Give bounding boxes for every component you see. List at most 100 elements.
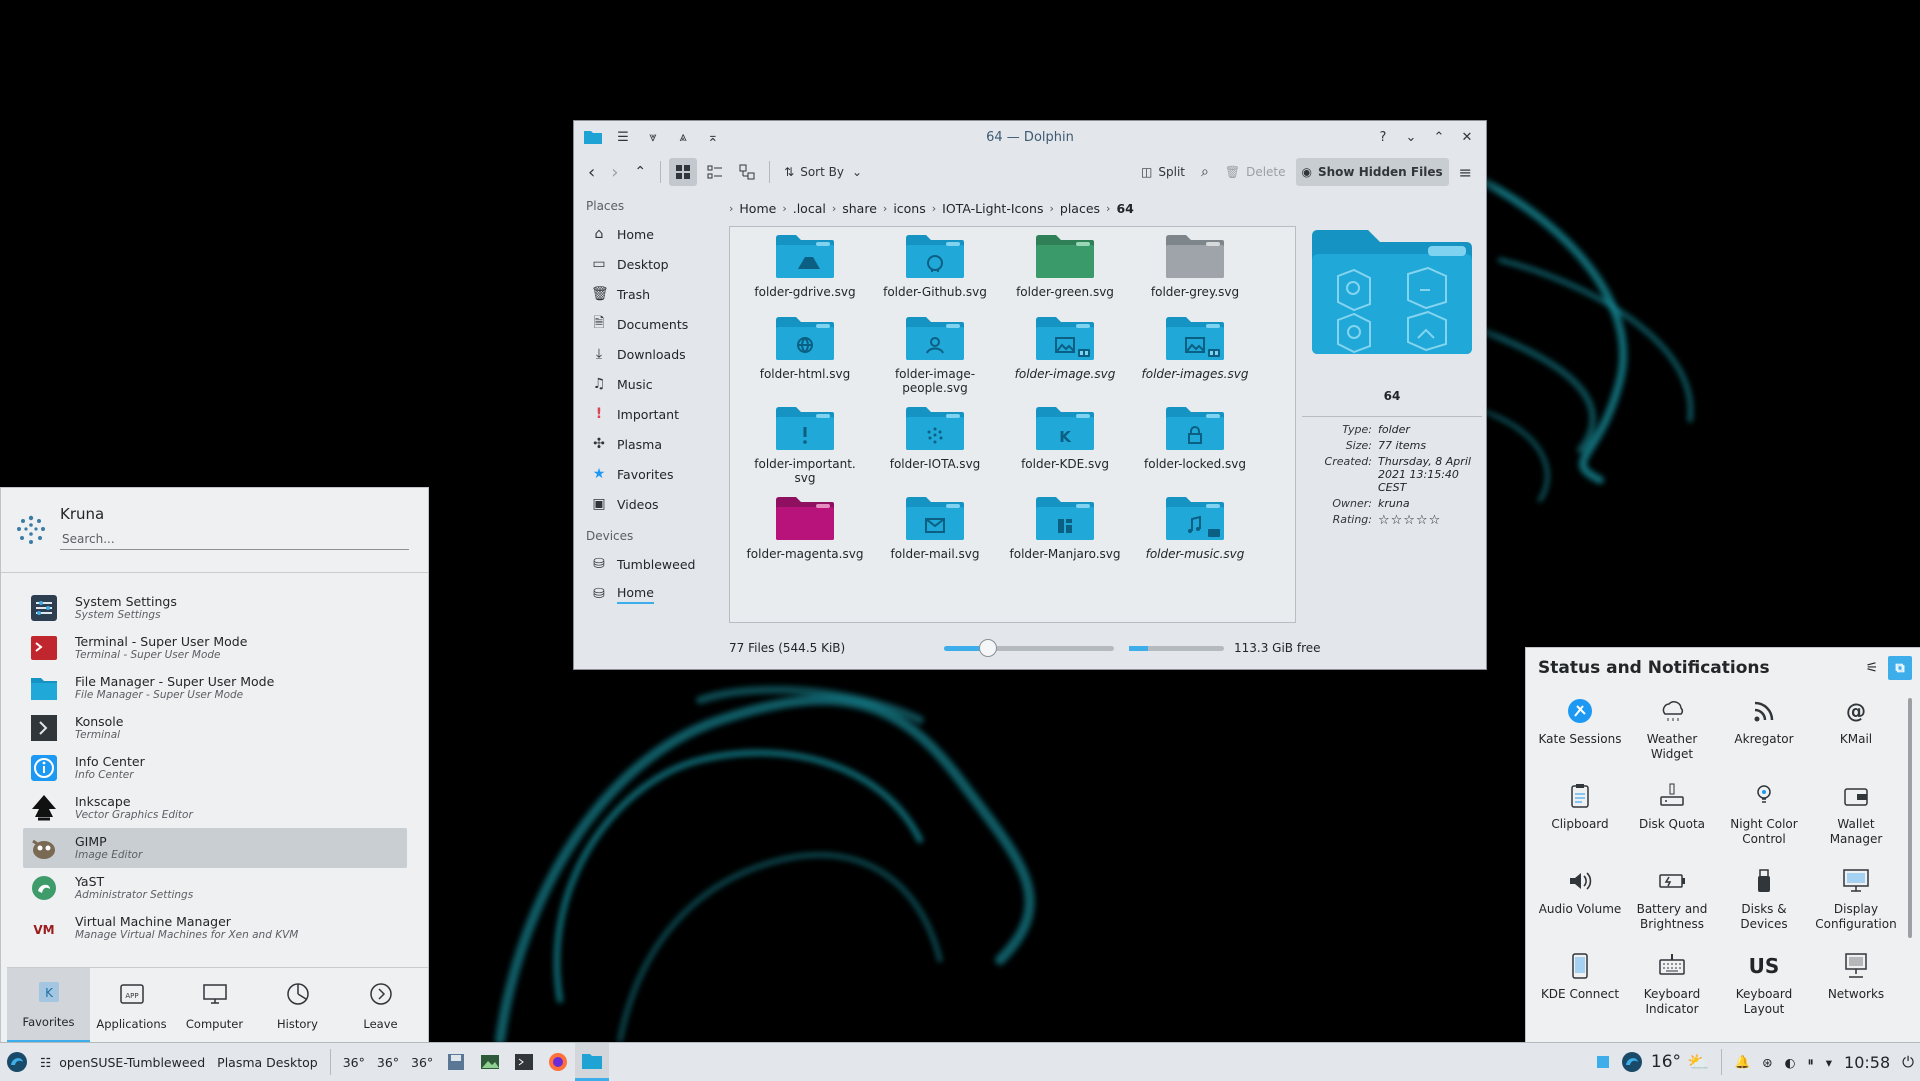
file-item[interactable]: folder-image- people.svg	[870, 309, 1000, 395]
weather-applet[interactable]: 16° ⛅	[1615, 1043, 1716, 1081]
shade-icon[interactable]: ⌅	[702, 126, 724, 148]
tray-item[interactable]: US Keyboard Layout	[1718, 951, 1810, 1017]
device-item-tumbleweed[interactable]: ⛁ Tumbleweed	[586, 549, 736, 579]
launcher-app-item[interactable]: Inkscape Vector Graphics Editor	[23, 788, 407, 828]
file-item[interactable]: folder-images.svg	[1130, 309, 1260, 381]
breadcrumb-item[interactable]: share	[842, 201, 877, 216]
place-item-videos[interactable]: ▣ Videos	[586, 489, 736, 519]
tray-item[interactable]: Display Configuration	[1810, 866, 1902, 932]
task-konsole[interactable]	[507, 1043, 541, 1081]
place-item-favorites[interactable]: ★ Favorites	[586, 459, 736, 489]
back-button[interactable]: ‹	[582, 158, 601, 186]
window-menu-icon[interactable]: ☰	[612, 126, 634, 148]
details-view-button[interactable]	[733, 158, 761, 186]
tray-item-1[interactable]: ⊛	[1756, 1043, 1778, 1081]
task-disk-app[interactable]	[439, 1043, 473, 1081]
launcher-tab-favorites[interactable]: K Favorites	[7, 968, 90, 1043]
tray-item[interactable]: Keyboard Indicator	[1626, 951, 1718, 1017]
launcher-app-item[interactable]: Info Center Info Center	[23, 748, 407, 788]
launcher-app-item[interactable]: File Manager - Super User Mode File Manag…	[23, 668, 407, 708]
tray-scrollbar[interactable]	[1908, 698, 1912, 938]
power-button[interactable]: ⏻	[1896, 1043, 1920, 1081]
icons-view-button[interactable]	[669, 158, 698, 186]
maximize-icon[interactable]: ⌃	[1428, 126, 1450, 148]
file-item[interactable]: folder-music.svg	[1130, 489, 1260, 561]
zoom-slider[interactable]	[944, 639, 1114, 657]
sort-by-button[interactable]: ⇅ Sort By ⌄	[778, 158, 868, 186]
tray-expand-button[interactable]: ▾	[1820, 1043, 1838, 1081]
launcher-tab-computer[interactable]: Computer	[173, 968, 256, 1043]
launcher-button[interactable]	[0, 1043, 34, 1081]
keep-above-icon[interactable]: ⩓	[672, 126, 694, 148]
file-item[interactable]: folder-Github.svg	[870, 227, 1000, 299]
place-item-music[interactable]: ♫ Music	[586, 369, 736, 399]
tray-item[interactable]: @ KMail	[1810, 696, 1902, 747]
task-dolphin[interactable]	[575, 1043, 610, 1081]
tray-item[interactable]: Weather Widget	[1626, 696, 1718, 762]
avatar[interactable]	[13, 512, 49, 548]
file-item[interactable]: folder-mail.svg	[870, 489, 1000, 561]
split-button[interactable]: ◫ Split	[1135, 158, 1191, 186]
forward-button[interactable]: ›	[605, 158, 624, 186]
launcher-tab-leave[interactable]: Leave	[339, 968, 422, 1043]
place-item-trash[interactable]: 🗑 Trash	[586, 279, 736, 309]
current-activity[interactable]: Plasma Desktop	[211, 1043, 324, 1081]
tray-item[interactable]: Disk Quota	[1626, 781, 1718, 832]
tray-item[interactable]: Kate Sessions	[1534, 696, 1626, 747]
launcher-app-item[interactable]: System Settings System Settings	[23, 588, 407, 628]
keep-below-icon[interactable]: ⩔	[642, 126, 664, 148]
tray-item[interactable]: Disks & Devices	[1718, 866, 1810, 932]
delete-button[interactable]: 🗑 Delete	[1219, 158, 1292, 186]
breadcrumb-item[interactable]: Home	[739, 201, 776, 216]
launcher-app-item[interactable]: VM Virtual Machine Manager Manage Virtual …	[23, 908, 407, 948]
tray-item[interactable]: Akregator	[1718, 696, 1810, 747]
dolphin-app-icon[interactable]	[582, 126, 604, 148]
place-item-plasma[interactable]: ✣ Plasma	[586, 429, 736, 459]
breadcrumb-item[interactable]: IOTA-Light-Icons	[942, 201, 1043, 216]
breadcrumb-item[interactable]: places	[1060, 201, 1100, 216]
file-item[interactable]: folder-gdrive.svg	[740, 227, 870, 299]
tray-item[interactable]: Audio Volume	[1534, 866, 1626, 917]
launcher-tab-applications[interactable]: APP Applications	[90, 968, 173, 1043]
tray-item[interactable]: Wallet Manager	[1810, 781, 1902, 847]
place-item-desktop[interactable]: ▭ Desktop	[586, 249, 736, 279]
place-item-documents[interactable]: 🗎 Documents	[586, 309, 736, 339]
file-item[interactable]: folder-important. svg	[740, 399, 870, 485]
breadcrumb-item[interactable]: icons	[893, 201, 925, 216]
search-button[interactable]: ⌕	[1195, 158, 1215, 186]
tray-item[interactable]: Battery and Brightness	[1626, 866, 1718, 932]
place-item-important[interactable]: ! Important	[586, 399, 736, 429]
help-icon[interactable]: ?	[1372, 126, 1394, 148]
file-item[interactable]: Kfolder-KDE.svg	[1000, 399, 1130, 471]
rating-stars[interactable]: ☆☆☆☆☆	[1378, 513, 1482, 528]
file-item[interactable]: folder-locked.svg	[1130, 399, 1260, 471]
file-item[interactable]: folder-magenta.svg	[740, 489, 870, 561]
breadcrumb-item[interactable]: .local	[793, 201, 826, 216]
minimize-icon[interactable]: ⌄	[1400, 126, 1422, 148]
file-item[interactable]: folder-image.svg	[1000, 309, 1130, 381]
device-item-home[interactable]: ⛁ Home	[586, 579, 736, 609]
tray-item-3[interactable]: ⏸	[1801, 1043, 1819, 1081]
tray-item[interactable]: Night Color Control	[1718, 781, 1810, 847]
hamburger-menu-button[interactable]: ≡	[1453, 158, 1478, 186]
window-titlebar[interactable]: ☰ ⩔ ⩓ ⌅ 64 — Dolphin ? ⌄ ⌃ ✕	[574, 121, 1486, 153]
task-firefox[interactable]	[541, 1043, 575, 1081]
task-image-viewer[interactable]	[473, 1043, 507, 1081]
file-grid[interactable]: folder-gdrive.svg folder-Github.svg folder…	[729, 226, 1296, 623]
place-item-downloads[interactable]: ⤓ Downloads	[586, 339, 736, 369]
tray-app-icon[interactable]	[1591, 1043, 1615, 1081]
launcher-app-item[interactable]: YaST Administrator Settings	[23, 868, 407, 908]
file-item[interactable]: folder-green.svg	[1000, 227, 1130, 299]
show-hidden-files-button[interactable]: ◉ Show Hidden Files	[1295, 158, 1449, 186]
launcher-app-item[interactable]: Konsole Terminal	[23, 708, 407, 748]
launcher-app-item[interactable]: Terminal - Super User Mode Terminal - Sup…	[23, 628, 407, 668]
tray-item[interactable]: Clipboard	[1534, 781, 1626, 832]
up-button[interactable]: ⌃	[628, 158, 652, 186]
tray-item[interactable]: KDE Connect	[1534, 951, 1626, 1002]
file-item[interactable]: folder-Manjaro.svg	[1000, 489, 1130, 561]
notifications-button[interactable]: 🔔	[1728, 1043, 1756, 1081]
tray-item-2[interactable]: ◐	[1779, 1043, 1802, 1081]
launcher-app-item[interactable]: GIMP Image Editor	[23, 828, 407, 868]
file-item[interactable]: folder-html.svg	[740, 309, 870, 381]
pin-button[interactable]: ⧉	[1888, 656, 1912, 680]
